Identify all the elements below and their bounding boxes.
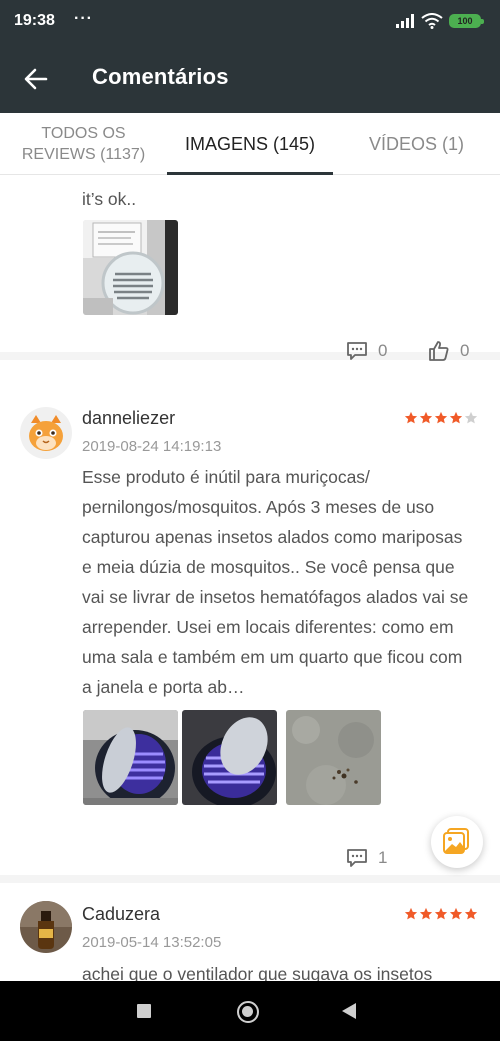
star-icon	[404, 411, 418, 424]
comment-count: 1	[378, 848, 388, 867]
tab-bar: TODOS OS REVIEWS (1137) IMAGENS (145) VÍ…	[0, 113, 500, 175]
star-icon	[449, 907, 463, 920]
star-icon	[419, 907, 433, 920]
status-time: 19:38	[14, 12, 55, 29]
rating-stars	[404, 907, 478, 921]
review-card: it’s ok.. 0 0	[0, 176, 500, 363]
battery-level: 100	[457, 16, 473, 26]
review-text: it’s ok..	[82, 189, 137, 209]
tab-all-reviews-line2: REVIEWS (1137)	[21, 146, 146, 163]
comment-button[interactable]: 0	[346, 339, 387, 363]
review-photo[interactable]	[286, 710, 381, 805]
review-photo[interactable]	[83, 710, 178, 805]
star-icon	[449, 411, 463, 424]
review-photo[interactable]	[182, 710, 277, 805]
recent-apps-icon[interactable]	[137, 1004, 151, 1018]
back-triangle-icon[interactable]	[342, 1003, 356, 1019]
app-bar: Comentários	[0, 44, 500, 113]
comment-icon	[347, 849, 367, 867]
wifi-icon	[421, 13, 443, 29]
review-date: 2019-05-14 13:52:05	[82, 934, 222, 951]
star-icon	[434, 411, 448, 424]
back-arrow-icon[interactable]	[20, 63, 52, 95]
tab-all-reviews[interactable]: TODOS OS REVIEWS (1137)	[0, 113, 167, 175]
tab-images[interactable]: IMAGENS (145)	[167, 113, 333, 175]
status-dots: ···	[74, 10, 93, 27]
comment-icon	[347, 342, 367, 360]
review-actions: 0 0	[346, 339, 476, 363]
review-text: achei que o ventilador que sugava os ins…	[82, 964, 433, 981]
avatar[interactable]	[20, 407, 72, 459]
system-nav-bar	[0, 981, 500, 1041]
star-icon	[464, 411, 478, 424]
tab-all-reviews-line1: TODOS OS	[41, 125, 126, 142]
star-icon	[434, 907, 448, 920]
star-icon	[419, 411, 433, 424]
reviewer-name: Caduzera	[82, 904, 161, 924]
rating-stars	[404, 411, 478, 425]
comment-count: 0	[378, 341, 388, 360]
reviews-list[interactable]: it’s ok.. 0 0 danneliezer 2019-08-24 14:…	[0, 176, 500, 981]
home-icon[interactable]	[237, 1001, 259, 1023]
review-card: danneliezer 2019-08-24 14:19:13 Esse pro…	[0, 388, 500, 883]
review-date: 2019-08-24 14:19:13	[82, 438, 222, 455]
review-card: Caduzera 2019-05-14 13:52:05 achei que o…	[0, 881, 500, 981]
star-icon	[464, 907, 478, 920]
signal-icon	[396, 14, 414, 28]
review-text: Esse produto é inútil para muriçocas/ pe…	[82, 467, 469, 697]
reviewer-name: danneliezer	[82, 408, 176, 428]
like-button[interactable]: 0	[428, 339, 469, 363]
page-title: Comentários	[92, 64, 229, 89]
status-bar: 19:38 ··· 100	[0, 0, 500, 44]
battery-icon: 100	[449, 14, 484, 28]
image-icon	[443, 828, 469, 854]
photo-gallery-button[interactable]	[431, 816, 483, 868]
like-count: 0	[460, 341, 470, 360]
thumbs-up-icon	[429, 341, 449, 361]
star-icon	[404, 907, 418, 920]
review-photo[interactable]	[83, 220, 178, 315]
comment-button[interactable]: 1	[346, 846, 387, 870]
avatar[interactable]	[20, 901, 72, 953]
tab-videos[interactable]: VÍDEOS (1)	[333, 113, 500, 175]
